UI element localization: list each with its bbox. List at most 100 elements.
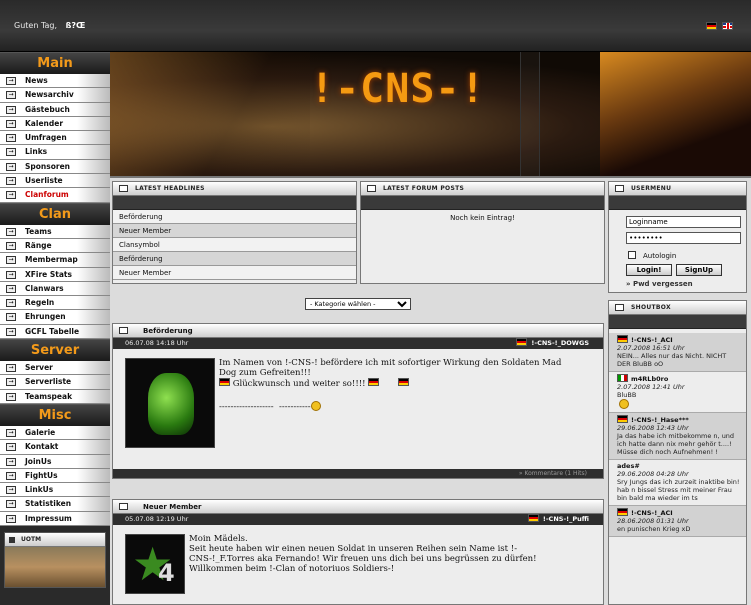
uotm-image[interactable] xyxy=(5,547,105,588)
sidebar-item-label: Links xyxy=(25,147,48,157)
shout-author[interactable]: !-CNS-!_ACI xyxy=(617,335,740,344)
news-meta: 05.07.08 12:19 Uhr !-CNS-!_Puffi xyxy=(113,514,603,525)
arrow-icon: → xyxy=(6,134,16,143)
password-input[interactable] xyxy=(626,232,741,244)
rank-number: 4 xyxy=(158,559,175,587)
arrow-icon xyxy=(615,185,624,192)
sidebar-item-membermap[interactable]: → Membermap xyxy=(0,253,110,268)
sidebar-item-umfragen[interactable]: → Umfragen xyxy=(0,131,110,146)
arrow-icon: → xyxy=(6,327,16,336)
sidebar-item-linkus[interactable]: → LinkUs xyxy=(0,483,110,498)
login-button[interactable]: Login! xyxy=(626,264,672,276)
sidebar-item-label: FightUs xyxy=(25,470,58,480)
news-line: ------------------- ----------- xyxy=(219,401,579,412)
sidebar-item-joinus[interactable]: → JoinUs xyxy=(0,454,110,469)
panel-title: USERMENU xyxy=(631,185,672,192)
loginname-input[interactable] xyxy=(626,216,741,228)
sidebar-item-userliste[interactable]: → Userliste xyxy=(0,174,110,189)
hand-shape xyxy=(148,373,194,435)
news-title-bar: Beförderung xyxy=(113,324,603,338)
sidebar-item-serverliste[interactable]: → Serverliste xyxy=(0,375,110,390)
sidebar-item-teamspeak[interactable]: → Teamspeak xyxy=(0,389,110,404)
news-title[interactable]: Beförderung xyxy=(143,327,193,335)
english-flag-icon[interactable] xyxy=(722,22,733,30)
shout-author[interactable]: m4RLb0ro xyxy=(617,374,740,383)
headline-item[interactable]: Clansymbol xyxy=(113,238,356,252)
news-author-name: !-CNS-!_DOWGS xyxy=(531,339,589,347)
shout-entry: !-CNS-!_ACI 28.06.2008 01:31 Uhr en punisc… xyxy=(609,506,746,537)
panel-title: SHOUTBOX xyxy=(631,304,671,311)
sidebar-item-regeln[interactable]: → Regeln xyxy=(0,296,110,311)
shout-author[interactable]: !-CNS-!_ACI xyxy=(617,508,740,517)
sidebar-item-kontakt[interactable]: → Kontakt xyxy=(0,440,110,455)
sidebar-item-server[interactable]: → Server xyxy=(0,361,110,376)
shout-author[interactable]: !-CNS-!_Hase*** xyxy=(617,415,740,424)
italian-flag-icon xyxy=(617,374,628,382)
sidebar-item-gcfl-tabelle[interactable]: → GCFL Tabelle xyxy=(0,324,110,340)
german-flag-icon[interactable] xyxy=(706,22,717,30)
sidebar-item-label: Gästebuch xyxy=(25,104,70,114)
arrow-icon: → xyxy=(6,364,16,373)
news-paragraph: Willkommen beim !-Clan of notoriuos Sold… xyxy=(189,564,395,574)
banner-fire-image xyxy=(600,52,751,176)
headline-item[interactable]: Neuer Member xyxy=(113,266,356,280)
sidebar-item-links[interactable]: → Links xyxy=(0,145,110,160)
sidebar-item-fightus[interactable]: → FightUs xyxy=(0,468,110,484)
banner-rail xyxy=(520,52,540,176)
sidebar-item-g-stebuch[interactable]: → Gästebuch xyxy=(0,102,110,117)
shout-author-name: !-CNS-!_Hase*** xyxy=(631,416,689,424)
sidebar-item-galerie[interactable]: → Galerie xyxy=(0,425,110,441)
headline-item[interactable]: Beförderung xyxy=(113,210,356,224)
sidebar-item-label: Sponsoren xyxy=(25,161,71,171)
forgot-password-link[interactable]: » Pwd vergessen xyxy=(626,280,693,288)
clan-logo: !-CNS-! xyxy=(310,66,486,112)
sidebar-item-impressum[interactable]: → Impressum xyxy=(0,511,110,527)
greeting-text: Guten Tag, xyxy=(14,21,58,30)
sidebar-item-r-nge[interactable]: → Ränge xyxy=(0,238,110,254)
panel-band xyxy=(113,196,356,210)
sidebar-item-ehrungen[interactable]: → Ehrungen xyxy=(0,310,110,325)
sidebar-item-label: Ränge xyxy=(25,240,52,250)
shout-author-name: ades# xyxy=(617,462,640,470)
shout-message: NEIN... Alles nur das Nicht. NICHT DER B… xyxy=(617,352,727,368)
news-title[interactable]: Neuer Member xyxy=(143,503,201,511)
news-title-bar: Neuer Member xyxy=(113,500,603,514)
top-bar: Guten Tag, ß?Œ xyxy=(0,0,751,52)
sidebar-item-newsarchiv[interactable]: → Newsarchiv xyxy=(0,88,110,103)
panel-title: LATEST HEADLINES xyxy=(135,185,205,192)
sidebar-item-clanwars[interactable]: → Clanwars xyxy=(0,281,110,297)
smiley-icon xyxy=(619,399,629,409)
arrow-icon: → xyxy=(6,105,16,114)
autologin-checkbox[interactable] xyxy=(628,251,636,259)
sidebar-item-news[interactable]: → News xyxy=(0,74,110,89)
panel-header: USERMENU xyxy=(609,182,746,196)
arrow-icon: → xyxy=(6,428,16,437)
news-comments-link[interactable]: » Kommentare (1 Hits) xyxy=(113,469,603,478)
sidebar-item-xfire-stats[interactable]: → XFire Stats xyxy=(0,267,110,282)
sidebar-item-label: Clanforum xyxy=(25,190,69,200)
sidebar-item-sponsoren[interactable]: → Sponsoren xyxy=(0,159,110,175)
news-paragraph: ----------- xyxy=(278,402,311,412)
category-select[interactable]: - Kategorie wählen - xyxy=(305,298,411,310)
sidebar-section-misc: Misc xyxy=(0,403,110,426)
sidebar-item-kalender[interactable]: → Kalender xyxy=(0,116,110,132)
sidebar-item-label: Teamspeak xyxy=(25,391,73,401)
forum-empty-message: Noch kein Eintrag! xyxy=(450,214,515,222)
sidebar-item-statistiken[interactable]: → Statistiken xyxy=(0,497,110,512)
headline-item[interactable]: Beförderung xyxy=(113,252,356,266)
arrow-icon: → xyxy=(6,500,16,509)
arrow-icon: → xyxy=(6,392,16,401)
shout-author[interactable]: ades# xyxy=(617,462,740,470)
sidebar-item-clanforum[interactable]: → Clanforum xyxy=(0,188,110,203)
news-date: 06.07.08 14:18 Uhr xyxy=(125,339,189,347)
arrow-icon: → xyxy=(6,241,16,250)
news-author[interactable]: !-CNS-!_Puffi xyxy=(527,514,589,525)
sidebar-item-teams[interactable]: → Teams xyxy=(0,224,110,239)
uotm-header: UOTM xyxy=(5,533,105,548)
news-author[interactable]: !-CNS-!_DOWGS xyxy=(516,338,589,349)
news-paragraph: Glückwunsch und weiter so!!!! xyxy=(232,379,366,389)
signup-button[interactable]: SignUp xyxy=(676,264,722,276)
german-flag-icon xyxy=(617,415,628,423)
panel-band xyxy=(609,315,746,329)
headline-item[interactable]: Neuer Member xyxy=(113,224,356,238)
